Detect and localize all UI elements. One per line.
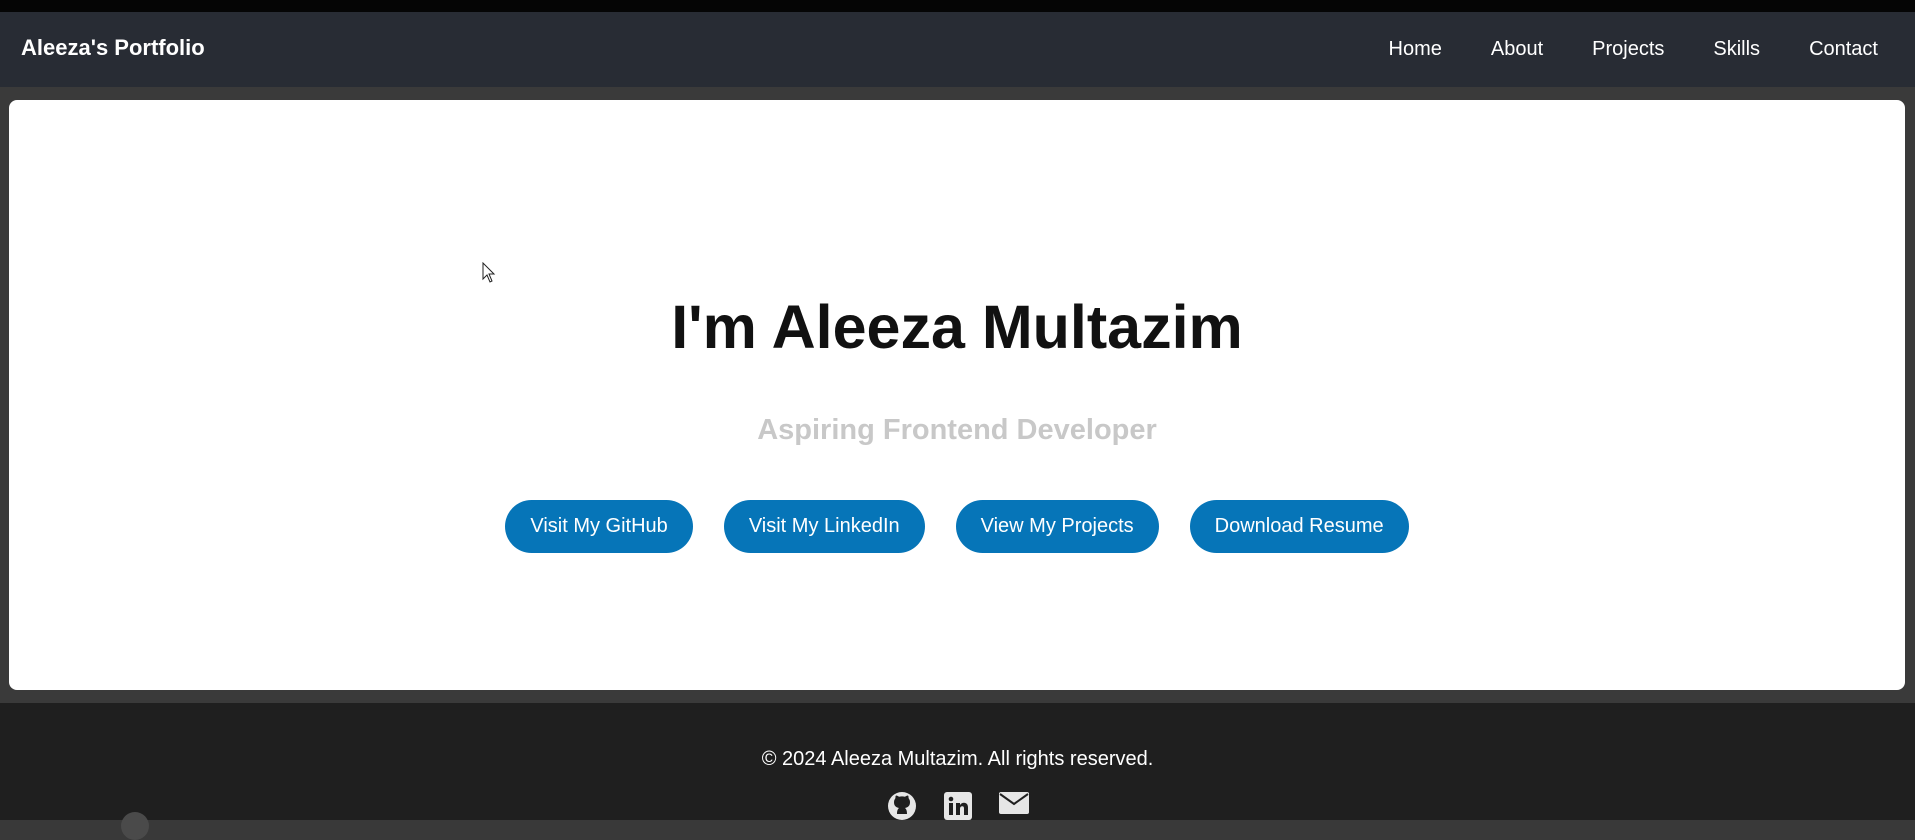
nav-link-about[interactable]: About: [1491, 38, 1543, 61]
hero-buttons: Visit My GitHub Visit My LinkedIn View M…: [9, 500, 1905, 553]
nav-link-skills[interactable]: Skills: [1713, 38, 1760, 61]
view-projects-button[interactable]: View My Projects: [955, 500, 1159, 553]
mouse-cursor-icon: [482, 262, 496, 283]
copyright-text: © 2024 Aleeza Multazim. All rights reser…: [761, 748, 1154, 770]
hero-section: I'm Aleeza Multazim Aspiring Frontend De…: [9, 100, 1905, 690]
linkedin-button[interactable]: Visit My LinkedIn: [723, 500, 925, 553]
linkedin-icon[interactable]: [941, 792, 975, 820]
window-top-strip: [0, 0, 1915, 12]
download-resume-button[interactable]: Download Resume: [1189, 500, 1409, 553]
hero-title: I'm Aleeza Multazim: [671, 293, 1243, 361]
site-brand[interactable]: Aleeza's Portfolio: [21, 35, 205, 61]
hero-subtitle: Aspiring Frontend Developer: [757, 414, 1157, 446]
github-button[interactable]: Visit My GitHub: [505, 500, 693, 553]
github-icon[interactable]: [885, 792, 919, 820]
nav-link-home[interactable]: Home: [1389, 38, 1442, 61]
social-icons: [0, 792, 1915, 820]
footer: © 2024 Aleeza Multazim. All rights reser…: [0, 703, 1915, 820]
floating-avatar[interactable]: [121, 812, 149, 840]
nav-link-contact[interactable]: Contact: [1809, 38, 1878, 61]
nav-links: Home About Projects Skills Contact: [1340, 38, 1878, 61]
navbar: Aleeza's Portfolio Home About Projects S…: [0, 12, 1915, 87]
nav-link-projects[interactable]: Projects: [1592, 38, 1664, 61]
email-icon[interactable]: [997, 792, 1031, 820]
